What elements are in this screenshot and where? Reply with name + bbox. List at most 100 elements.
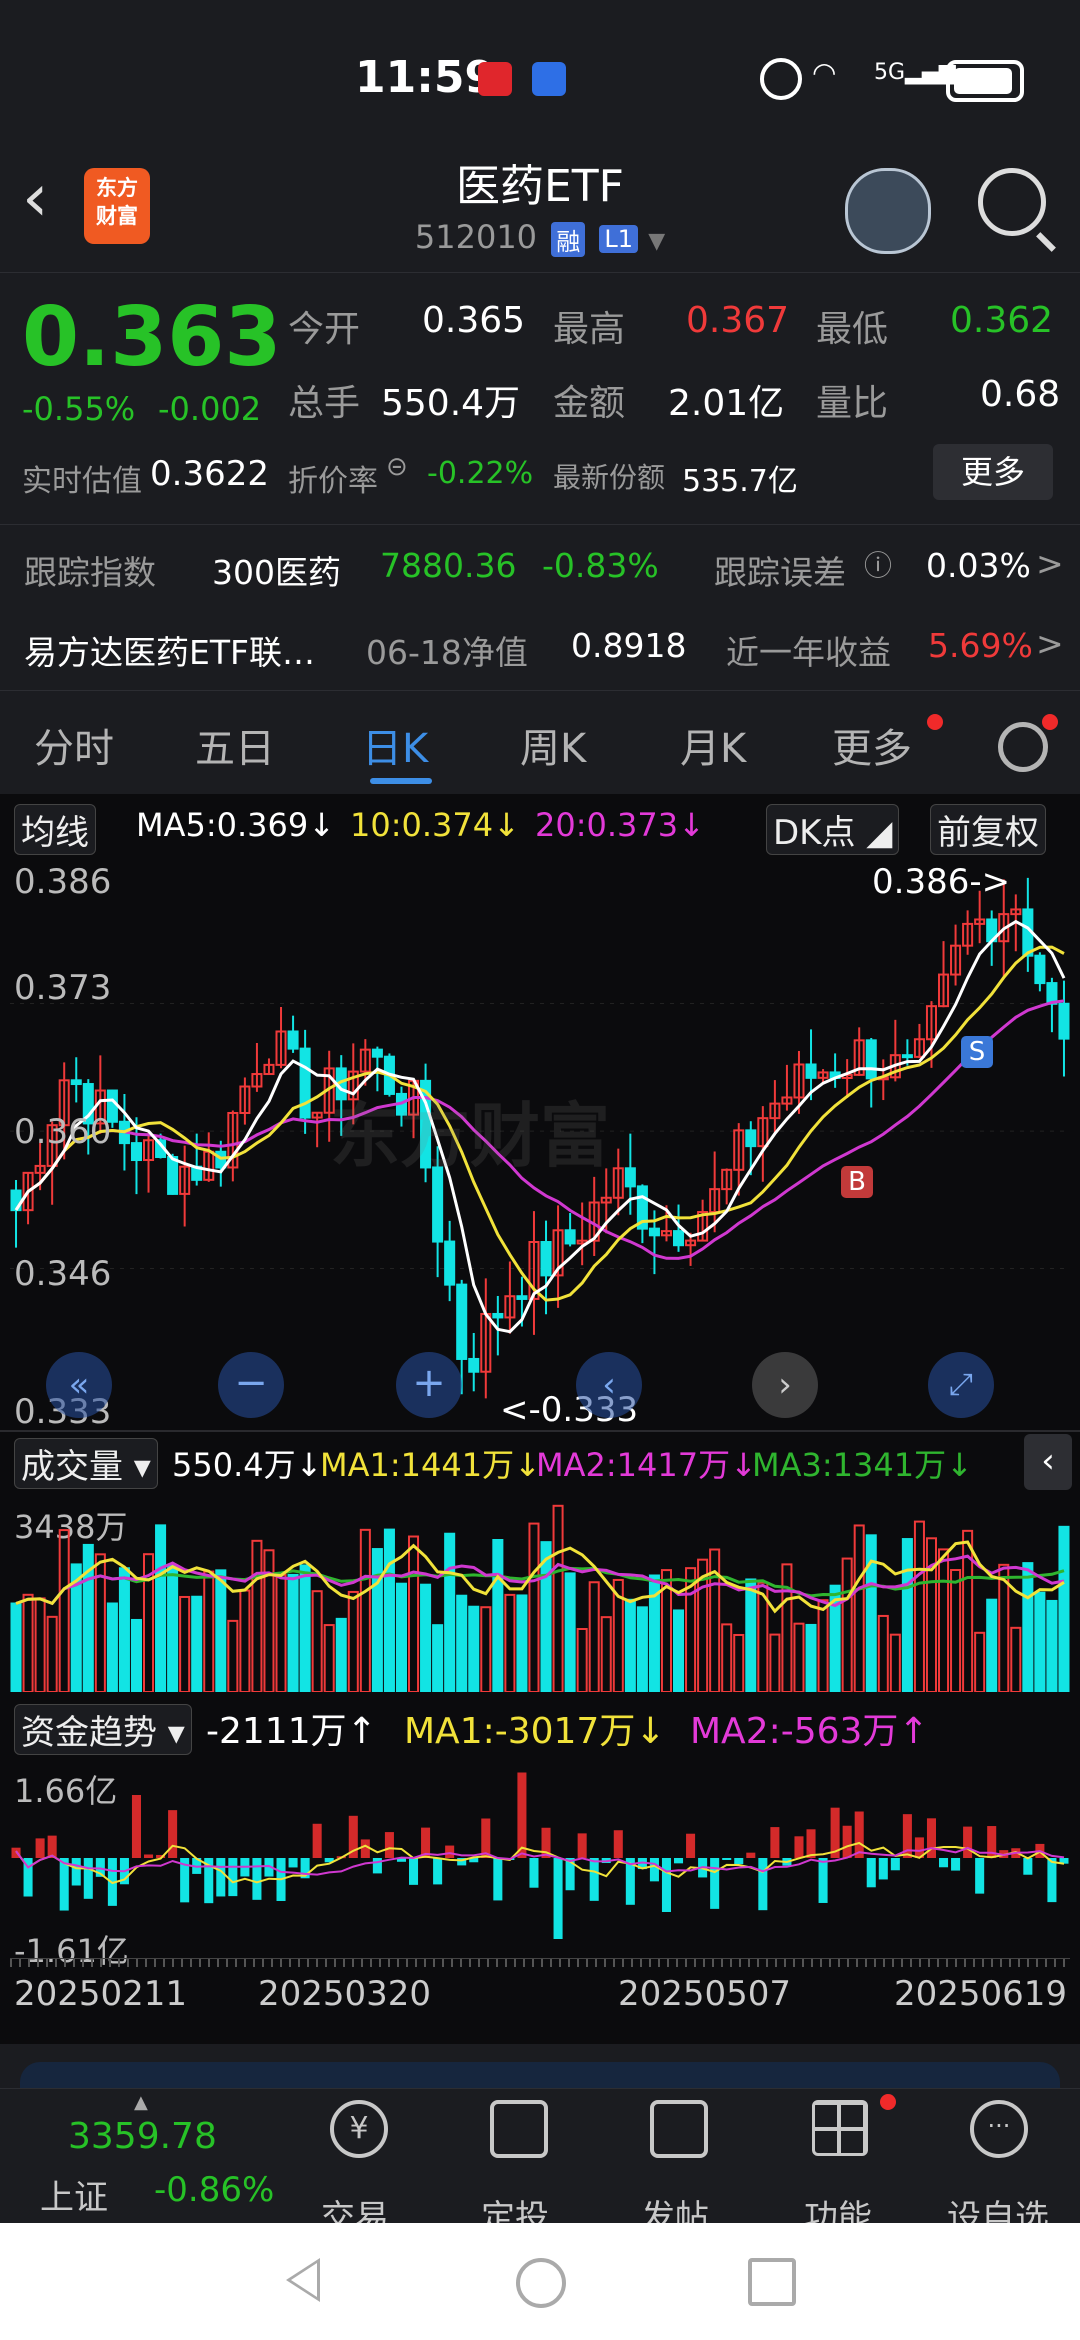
scroll-right-icon[interactable]: ›: [752, 1352, 818, 1418]
volume-bar: [721, 1623, 733, 1692]
tracking-index-name[interactable]: 300医药: [212, 546, 341, 594]
volume-bar: [1010, 1626, 1022, 1692]
scroll-left-fast-icon[interactable]: «: [46, 1352, 112, 1418]
more-info-icon[interactable]: ⊝: [386, 452, 408, 482]
fund-bar: [770, 1827, 780, 1858]
fund-bar: [35, 1838, 45, 1858]
fund-trend-ma2: MA2:-563万↑: [690, 1711, 929, 1752]
tab-intraday[interactable]: 分时: [34, 716, 114, 774]
candle-body: [865, 1039, 877, 1080]
tab-monthly-k[interactable]: 月K: [680, 716, 746, 774]
discount-label: 折价率: [288, 464, 378, 499]
volume-indicator-selector[interactable]: 成交量 ▾: [14, 1438, 158, 1489]
discount-value: -0.22%: [427, 456, 534, 491]
volume-ma2: MA2:1417万↓: [536, 1446, 757, 1484]
volume-bar: [636, 1606, 648, 1692]
tracking-index-value: 7880.36: [380, 546, 517, 585]
change-percent: -0.55%: [22, 390, 136, 428]
tab-weekly-k[interactable]: 周K: [520, 716, 586, 774]
fund-bar: [433, 1858, 443, 1885]
date-label-1: 20250211: [14, 1974, 188, 2014]
y-label-3: 0.360: [14, 1112, 112, 1152]
volume-bar: [841, 1557, 853, 1692]
volume-chart[interactable]: [0, 1492, 1080, 1692]
tab-five-day[interactable]: 五日: [195, 716, 275, 774]
dk-point-button[interactable]: DK点 ◢: [766, 804, 900, 855]
fund-bar: [963, 1826, 973, 1858]
volume-bar: [733, 1633, 745, 1692]
notification-dot: [927, 714, 943, 730]
volume-bar: [179, 1595, 191, 1692]
high-label: 最高: [553, 309, 626, 350]
search-icon[interactable]: [978, 168, 1046, 236]
date-label-3: 20250507: [618, 1974, 792, 2014]
tab-daily-k[interactable]: 日K: [362, 716, 428, 774]
fund-bar: [131, 1795, 141, 1858]
volume-bar: [167, 1564, 179, 1692]
chevron-right-icon[interactable]: >: [1036, 544, 1064, 583]
volume-bar: [950, 1569, 962, 1692]
date-axis-ticks: [10, 1958, 1070, 1967]
fund-bar: [746, 1852, 756, 1858]
fund-bar: [661, 1858, 671, 1912]
volume-bar: [781, 1563, 793, 1692]
help-icon[interactable]: ⓘ: [864, 544, 892, 584]
fullscreen-icon[interactable]: ⤢: [928, 1352, 994, 1418]
chevron-right-icon-2[interactable]: >: [1036, 624, 1064, 663]
level-tag: L1: [599, 225, 639, 253]
volume-bar: [251, 1539, 263, 1692]
tracking-index-change: -0.83%: [542, 546, 659, 585]
fund-trend-selector[interactable]: 资金趋势 ▾: [14, 1704, 192, 1755]
sell-signal[interactable]: S: [961, 1036, 993, 1068]
fund-trend-chart[interactable]: [0, 1758, 1080, 1958]
candle-body: [371, 1048, 383, 1058]
robot-assistant-icon[interactable]: [845, 168, 931, 254]
function-grid-icon: [812, 2100, 868, 2156]
volume-bar: [408, 1535, 420, 1692]
divider: [0, 524, 1080, 525]
ma-selector[interactable]: 均线: [14, 804, 96, 855]
nav-home-icon[interactable]: [516, 2258, 566, 2308]
volume-bar: [275, 1573, 287, 1692]
gear-icon[interactable]: [998, 722, 1048, 772]
volume-bar: [588, 1581, 600, 1692]
volume-bar: [323, 1624, 335, 1692]
adjust-mode-button[interactable]: 前复权: [930, 804, 1046, 855]
tab-more[interactable]: 更多: [832, 716, 912, 774]
low-value: 0.362: [950, 300, 1054, 341]
volume-bar: [576, 1628, 588, 1692]
volume-label: 总手: [288, 383, 361, 424]
fund-bar: [47, 1835, 57, 1858]
scroll-left-icon[interactable]: ‹: [576, 1352, 642, 1418]
estimate-label: 实时估值: [22, 464, 142, 499]
more-button[interactable]: 更多: [933, 444, 1053, 500]
fund-bar: [360, 1839, 370, 1858]
fund-bar: [710, 1858, 720, 1909]
fund-bar: [686, 1833, 696, 1858]
volume-bar: [106, 1602, 118, 1692]
chevron-up-icon[interactable]: ▲: [134, 2092, 148, 2113]
shares-label: 最新份额: [553, 461, 666, 494]
zoom-out-icon[interactable]: −: [218, 1352, 284, 1418]
collapse-panel-icon[interactable]: ‹: [1024, 1434, 1072, 1490]
volume-bar: [673, 1609, 685, 1692]
volume-bar: [46, 1615, 58, 1692]
volume-bar: [203, 1570, 215, 1692]
sh-index-value[interactable]: 3359.78: [68, 2116, 217, 2157]
candle-body: [287, 1030, 299, 1050]
volume-bar: [889, 1633, 901, 1692]
volume-bar: [1034, 1591, 1046, 1692]
fund-bar: [1047, 1858, 1057, 1903]
buy-signal[interactable]: B: [841, 1166, 873, 1198]
candle-body: [130, 1142, 142, 1162]
candle-body: [901, 1054, 913, 1059]
linked-fund-name[interactable]: 易方达医药ETF联…: [24, 626, 315, 674]
security-code: 512010: [414, 218, 538, 256]
nav-back-icon-inner: [291, 2263, 317, 2297]
nav-recents-icon[interactable]: [748, 2258, 796, 2306]
one-year-return-label: 近一年收益: [726, 633, 891, 672]
fund-bar: [493, 1858, 503, 1901]
fund-bar: [553, 1858, 563, 1939]
fund-bar: [252, 1858, 262, 1900]
zoom-in-icon[interactable]: +: [396, 1352, 462, 1418]
